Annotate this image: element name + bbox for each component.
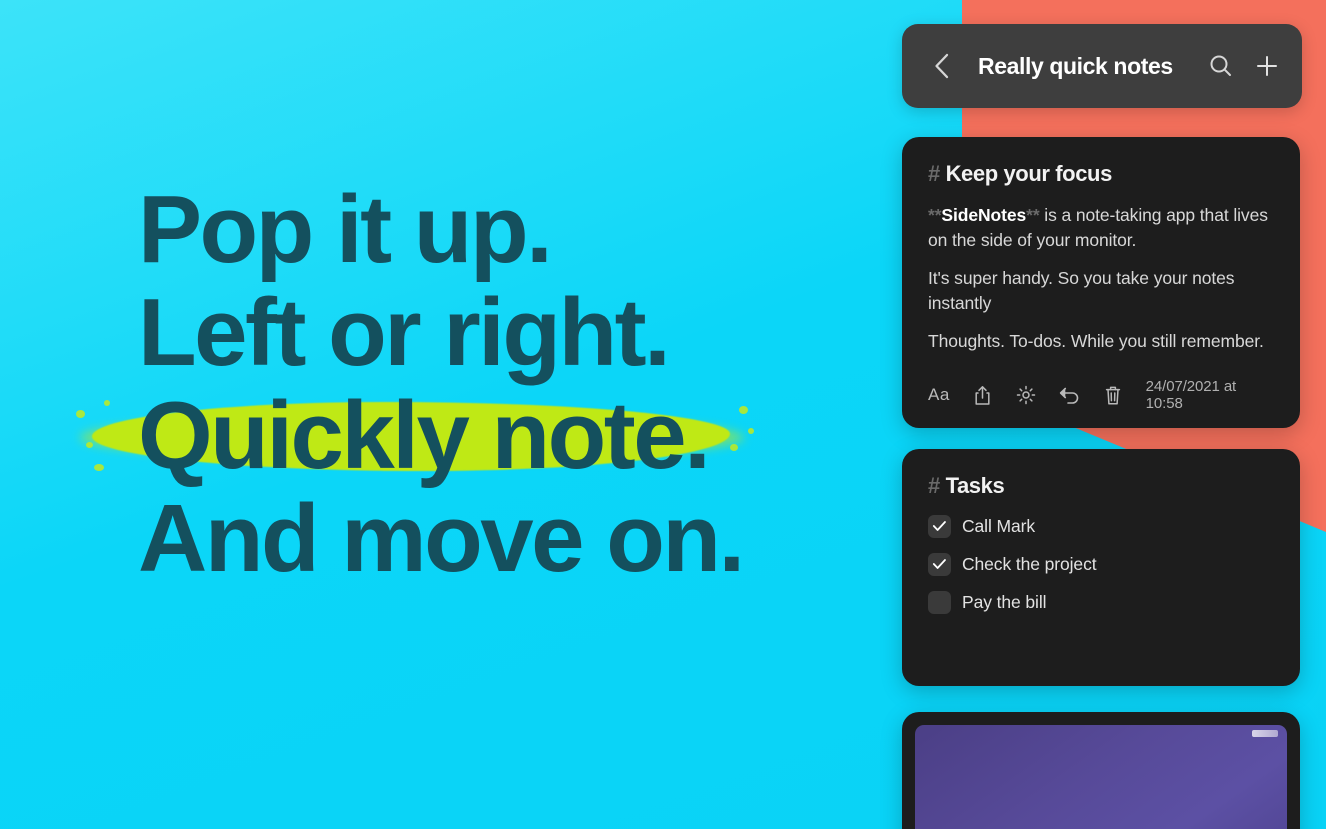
note-card-tasks[interactable]: # Tasks Call Mark Check the project Pay … [902, 449, 1300, 686]
task-label: Pay the bill [962, 592, 1047, 612]
note-heading-text: Tasks [945, 473, 1005, 498]
markdown-bold-close: ** [1026, 205, 1040, 225]
hero-line-4: And move on. [138, 487, 858, 590]
purple-screenshot-thumbnail [915, 725, 1287, 829]
marker-speckle [730, 444, 739, 451]
markdown-hash-marker: # [928, 473, 940, 498]
highlighted-phrase: Quickly note. [76, 382, 755, 489]
note-paragraph-3: Thoughts. To-dos. While you still rememb… [928, 331, 1264, 351]
marker-speckle [76, 410, 85, 418]
checkbox-checked-icon[interactable] [928, 553, 951, 576]
task-row[interactable]: Call Mark [928, 515, 1274, 538]
task-label: Check the project [962, 554, 1097, 574]
hero-headline: Pop it up. Left or right. Quickly note. … [76, 178, 858, 590]
note-card-keep-your-focus[interactable]: # Keep your focus **SideNotes** is a not… [902, 137, 1300, 428]
note-heading: # Keep your focus [928, 161, 1274, 187]
search-icon[interactable] [1204, 49, 1238, 83]
hero-line-2-text: Left or right. [138, 279, 671, 386]
task-label: Call Mark [962, 516, 1035, 536]
note-bold-appname: SideNotes [941, 205, 1027, 225]
hero-line-1: Pop it up. [138, 178, 858, 281]
markdown-hash-marker: # [928, 161, 940, 186]
hero-line-2: Left or right. [138, 281, 858, 384]
note-paragraph-1: **SideNotes** is a note-taking app that … [928, 203, 1274, 253]
note-heading: # Tasks [928, 473, 1274, 499]
markdown-bold-open: ** [928, 205, 942, 225]
page-title: Really quick notes [978, 52, 1173, 79]
text-format-icon[interactable]: Aa [928, 384, 950, 406]
task-row[interactable]: Check the project [928, 553, 1274, 576]
marker-speckle [86, 442, 93, 448]
trash-icon[interactable] [1102, 384, 1123, 406]
hero-line-1-text: Pop it up. [138, 176, 553, 283]
share-icon[interactable] [972, 384, 993, 406]
note-timestamp: 24/07/2021 at 10:58 [1145, 378, 1237, 412]
marker-speckle [104, 400, 110, 406]
hero-line-3-text: Quickly note. [138, 382, 711, 489]
hero-line-3: Quickly note. [76, 382, 858, 489]
note-paragraph-2: It's super handy. So you take your notes… [928, 268, 1235, 313]
thumbnail-menubar-chip [1252, 730, 1278, 737]
note-card-screenshot[interactable] [902, 712, 1300, 829]
marker-speckle [739, 406, 749, 414]
undo-icon[interactable] [1059, 384, 1080, 406]
note-heading-text: Keep your focus [945, 161, 1113, 186]
app-screenshot: Pop it up. Left or right. Quickly note. … [0, 0, 1326, 829]
sidenotes-panel: Really quick notes # Keep your focus **S… [902, 0, 1302, 829]
checkbox-unchecked-icon[interactable] [928, 591, 951, 614]
plus-icon[interactable] [1250, 49, 1284, 83]
hero-line-4-text: And move on. [138, 485, 745, 592]
notes-toolbar: Really quick notes [902, 24, 1302, 108]
gear-icon[interactable] [1015, 384, 1036, 406]
task-row[interactable]: Pay the bill [928, 591, 1274, 614]
checkbox-checked-icon[interactable] [928, 515, 951, 538]
marker-speckle [94, 464, 104, 471]
marker-speckle [748, 428, 755, 434]
chevron-left-icon[interactable] [924, 49, 958, 83]
note-action-toolbar: Aa 24/07/2021 at 10:58 [928, 376, 1274, 412]
